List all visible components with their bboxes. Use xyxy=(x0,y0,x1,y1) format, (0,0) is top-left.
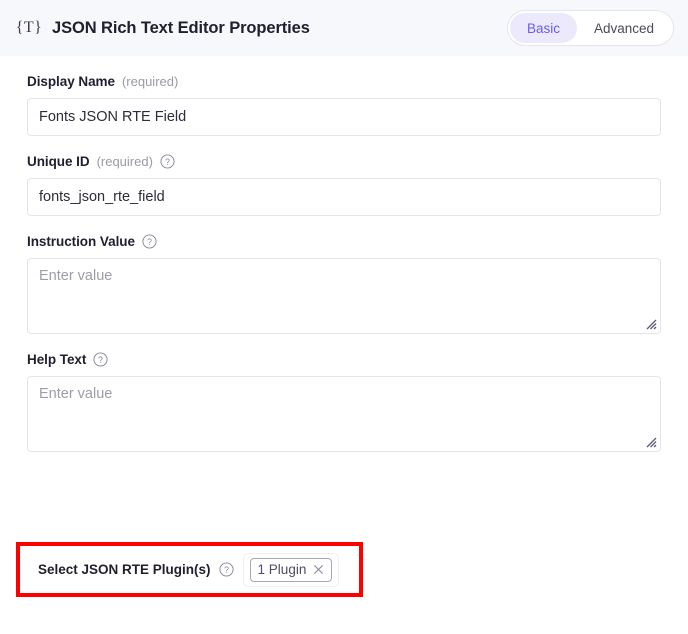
question-mark-circle-icon[interactable]: ? xyxy=(219,562,234,577)
plugin-selector-highlight: Select JSON RTE Plugin(s) ? 1 Plugin xyxy=(16,542,363,597)
display-name-label-row: Display Name (required) xyxy=(27,74,661,89)
plugin-select-control[interactable]: 1 Plugin xyxy=(242,552,340,587)
instruction-value-label: Instruction Value xyxy=(27,234,135,249)
question-mark-circle-icon[interactable]: ? xyxy=(93,352,108,367)
close-x-icon[interactable] xyxy=(313,564,324,575)
plugin-chip[interactable]: 1 Plugin xyxy=(249,557,333,582)
unique-id-required-text: (required) xyxy=(96,154,153,169)
instruction-value-textarea[interactable] xyxy=(27,258,661,334)
field-help-text: Help Text ? xyxy=(27,352,661,452)
display-name-label: Display Name xyxy=(27,74,115,89)
unique-id-label: Unique ID xyxy=(27,154,90,169)
plugin-chip-label: 1 Plugin xyxy=(257,562,307,577)
help-text-textarea[interactable] xyxy=(27,376,661,452)
instruction-value-label-row: Instruction Value ? xyxy=(27,234,661,249)
help-text-label: Help Text xyxy=(27,352,87,367)
instruction-value-textarea-wrap xyxy=(27,258,661,334)
question-mark-circle-icon[interactable]: ? xyxy=(160,154,175,169)
svg-text:?: ? xyxy=(147,237,152,247)
unique-id-input[interactable] xyxy=(27,178,661,216)
svg-text:?: ? xyxy=(165,157,170,167)
svg-text:?: ? xyxy=(224,565,229,575)
display-name-input[interactable] xyxy=(27,98,661,136)
tab-basic[interactable]: Basic xyxy=(509,13,577,43)
question-mark-circle-icon[interactable]: ? xyxy=(142,234,157,249)
field-instruction-value: Instruction Value ? xyxy=(27,234,661,334)
plugin-selector-label: Select JSON RTE Plugin(s) xyxy=(38,562,211,577)
display-name-required-text: (required) xyxy=(121,74,179,89)
json-braces-t-icon: {T} xyxy=(15,19,43,36)
help-text-label-row: Help Text ? xyxy=(27,352,661,367)
properties-header: {T} JSON Rich Text Editor Properties Bas… xyxy=(0,0,688,56)
page-title: JSON Rich Text Editor Properties xyxy=(52,18,310,37)
unique-id-label-row: Unique ID (required) ? xyxy=(27,154,661,169)
top-spacer xyxy=(27,56,661,74)
properties-form: Display Name (required) Unique ID (requi… xyxy=(0,56,688,452)
field-display-name: Display Name (required) xyxy=(27,74,661,136)
field-unique-id: Unique ID (required) ? xyxy=(27,154,661,216)
help-text-textarea-wrap xyxy=(27,376,661,452)
tab-advanced[interactable]: Advanced xyxy=(577,13,671,43)
mode-toggle-group: Basic Advanced xyxy=(506,10,674,46)
svg-text:?: ? xyxy=(98,355,103,365)
